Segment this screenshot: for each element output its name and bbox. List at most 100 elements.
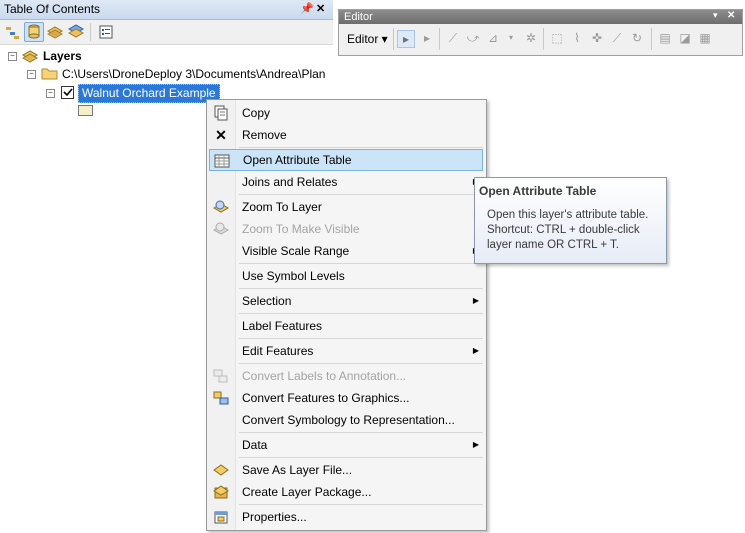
list-by-drawing-order-button[interactable] <box>3 22 23 42</box>
menu-item-label: Zoom To Layer <box>242 200 322 214</box>
menu-item-label: Visible Scale Range <box>242 244 350 258</box>
create-features-icon[interactable]: ▦ <box>697 30 713 46</box>
edit-vertices-icon[interactable]: ⬚ <box>549 30 565 46</box>
convert-features-icon <box>213 390 229 406</box>
toolbar-separator <box>393 28 394 50</box>
rotate-tool-icon[interactable]: ↻ <box>629 30 645 46</box>
menu-item-label: Convert Labels to Annotation... <box>242 369 407 383</box>
layer-symbol-swatch[interactable] <box>78 105 93 116</box>
menu-separator <box>239 432 483 433</box>
menu-item-copy[interactable]: Copy <box>209 102 483 124</box>
zoom-to-make-visible-icon <box>212 221 230 237</box>
menu-item-data[interactable]: Data ▶ <box>209 434 483 456</box>
collapse-folder-toggle[interactable]: − <box>27 70 36 79</box>
layer-file-icon <box>213 462 229 478</box>
editor-title-bar: Editor ▾ ✕ <box>339 10 742 24</box>
submenu-arrow-icon: ▶ <box>472 296 479 305</box>
close-icon[interactable]: ✕ <box>727 10 735 21</box>
attribute-table-icon <box>214 153 230 169</box>
edit-tool-icon[interactable]: ▸ <box>397 30 415 48</box>
editor-menu-button[interactable]: Editor ▾ <box>342 28 393 50</box>
folder-icon <box>41 68 58 80</box>
menu-item-visible-scale-range[interactable]: Visible Scale Range ▶ <box>209 240 483 262</box>
menu-separator <box>239 147 483 148</box>
collapse-layers-toggle[interactable]: − <box>8 52 17 61</box>
tooltip-body: Open this layer's attribute table. Short… <box>487 209 649 251</box>
menu-item-remove[interactable]: ✕ Remove <box>209 124 483 146</box>
menu-separator <box>239 313 483 314</box>
sketch-properties-icon[interactable]: ◪ <box>677 30 693 46</box>
menu-separator <box>239 263 483 264</box>
toolbar-separator <box>90 23 91 41</box>
toolbar-options-icon[interactable]: ▾ <box>713 10 718 21</box>
menu-item-label: Convert Symbology to Representation... <box>242 413 455 427</box>
submenu-arrow-icon: ▶ <box>472 440 479 449</box>
edit-annotation-tool-icon[interactable]: ▸ <box>419 30 435 46</box>
menu-separator <box>239 363 483 364</box>
menu-item-label: Joins and Relates <box>242 175 338 189</box>
straight-segment-icon[interactable]: ⟋ <box>445 30 461 46</box>
menu-item-use-symbol-levels[interactable]: Use Symbol Levels <box>209 265 483 287</box>
attributes-icon[interactable]: ▤ <box>657 30 673 46</box>
end-point-arc-icon[interactable]: ⤻ <box>465 30 481 46</box>
menu-item-open-attribute-table[interactable]: Open Attribute Table <box>209 149 483 171</box>
menu-item-zoom-to-make-visible[interactable]: Zoom To Make Visible <box>209 218 483 240</box>
properties-icon <box>213 509 229 525</box>
menu-item-label: Create Layer Package... <box>242 485 372 499</box>
menu-item-label: Save As Layer File... <box>242 463 353 477</box>
submenu-arrow-icon: ▶ <box>472 346 479 355</box>
trace-icon[interactable]: ⊿ <box>485 30 501 46</box>
toolbar-separator <box>543 28 544 50</box>
convert-labels-icon <box>213 368 229 384</box>
menu-separator <box>239 194 483 195</box>
layer-name-selected[interactable]: Walnut Orchard Example <box>78 84 220 103</box>
menu-item-selection[interactable]: Selection ▶ <box>209 290 483 312</box>
menu-separator <box>239 288 483 289</box>
pin-icon[interactable]: 📌 <box>300 2 314 15</box>
menu-item-zoom-to-layer[interactable]: Zoom To Layer <box>209 196 483 218</box>
list-by-source-button[interactable] <box>24 22 44 42</box>
menu-item-label: Edit Features <box>242 344 314 358</box>
menu-item-convert-symbology-to-representation[interactable]: Convert Symbology to Representation... <box>209 409 483 431</box>
list-by-drawing-order-icon <box>6 27 19 39</box>
layers-icon <box>22 50 38 63</box>
list-by-visibility-icon <box>46 26 64 39</box>
toolbar-separator <box>439 28 440 50</box>
folder-path[interactable]: C:\Users\DroneDeploy 3\Documents\Andrea\… <box>62 67 332 81</box>
split-tool-icon[interactable]: ⟋ <box>609 30 625 46</box>
chevron-down-icon[interactable]: ▾ <box>503 30 519 46</box>
layer-package-icon <box>213 484 229 500</box>
point-icon[interactable]: ✲ <box>523 30 539 46</box>
toc-toolbar <box>0 20 333 45</box>
options-button[interactable] <box>96 22 116 42</box>
menu-item-convert-features-to-graphics[interactable]: Convert Features to Graphics... <box>209 387 483 409</box>
list-by-selection-button[interactable] <box>66 22 86 42</box>
menu-item-save-as-layer-file[interactable]: Save As Layer File... <box>209 459 483 481</box>
reshape-feature-icon[interactable]: ⌇ <box>569 30 585 46</box>
collapse-layer-toggle[interactable]: − <box>46 89 55 98</box>
zoom-to-layer-icon <box>212 199 230 215</box>
close-icon[interactable]: ✕ <box>316 2 325 15</box>
list-by-visibility-button[interactable] <box>45 22 65 42</box>
menu-separator <box>239 338 483 339</box>
menu-item-label: Label Features <box>242 319 323 333</box>
menu-item-create-layer-package[interactable]: Create Layer Package... <box>209 481 483 503</box>
remove-x-icon: ✕ <box>215 127 227 143</box>
tooltip: Open Attribute Table Open this layer's a… <box>474 177 667 264</box>
cut-polygons-icon[interactable]: ✜ <box>589 30 605 46</box>
menu-item-properties[interactable]: Properties... <box>209 506 483 528</box>
list-by-source-icon <box>28 24 40 39</box>
list-by-selection-icon <box>67 24 85 38</box>
toolbar-separator <box>651 28 652 50</box>
menu-item-edit-features[interactable]: Edit Features ▶ <box>209 340 483 362</box>
layers-label[interactable]: Layers <box>43 49 82 63</box>
copy-icon <box>213 105 229 121</box>
options-icon <box>99 25 113 39</box>
layer-visibility-checkbox[interactable] <box>61 86 74 99</box>
menu-item-label: Remove <box>242 128 287 142</box>
menu-separator <box>239 504 483 505</box>
toc-title-bar: Table Of Contents 📌 ✕ <box>0 0 333 20</box>
menu-item-joins-and-relates[interactable]: Joins and Relates ▶ <box>209 171 483 193</box>
menu-item-label-features[interactable]: Label Features <box>209 315 483 337</box>
menu-item-convert-labels-to-annotation[interactable]: Convert Labels to Annotation... <box>209 365 483 387</box>
